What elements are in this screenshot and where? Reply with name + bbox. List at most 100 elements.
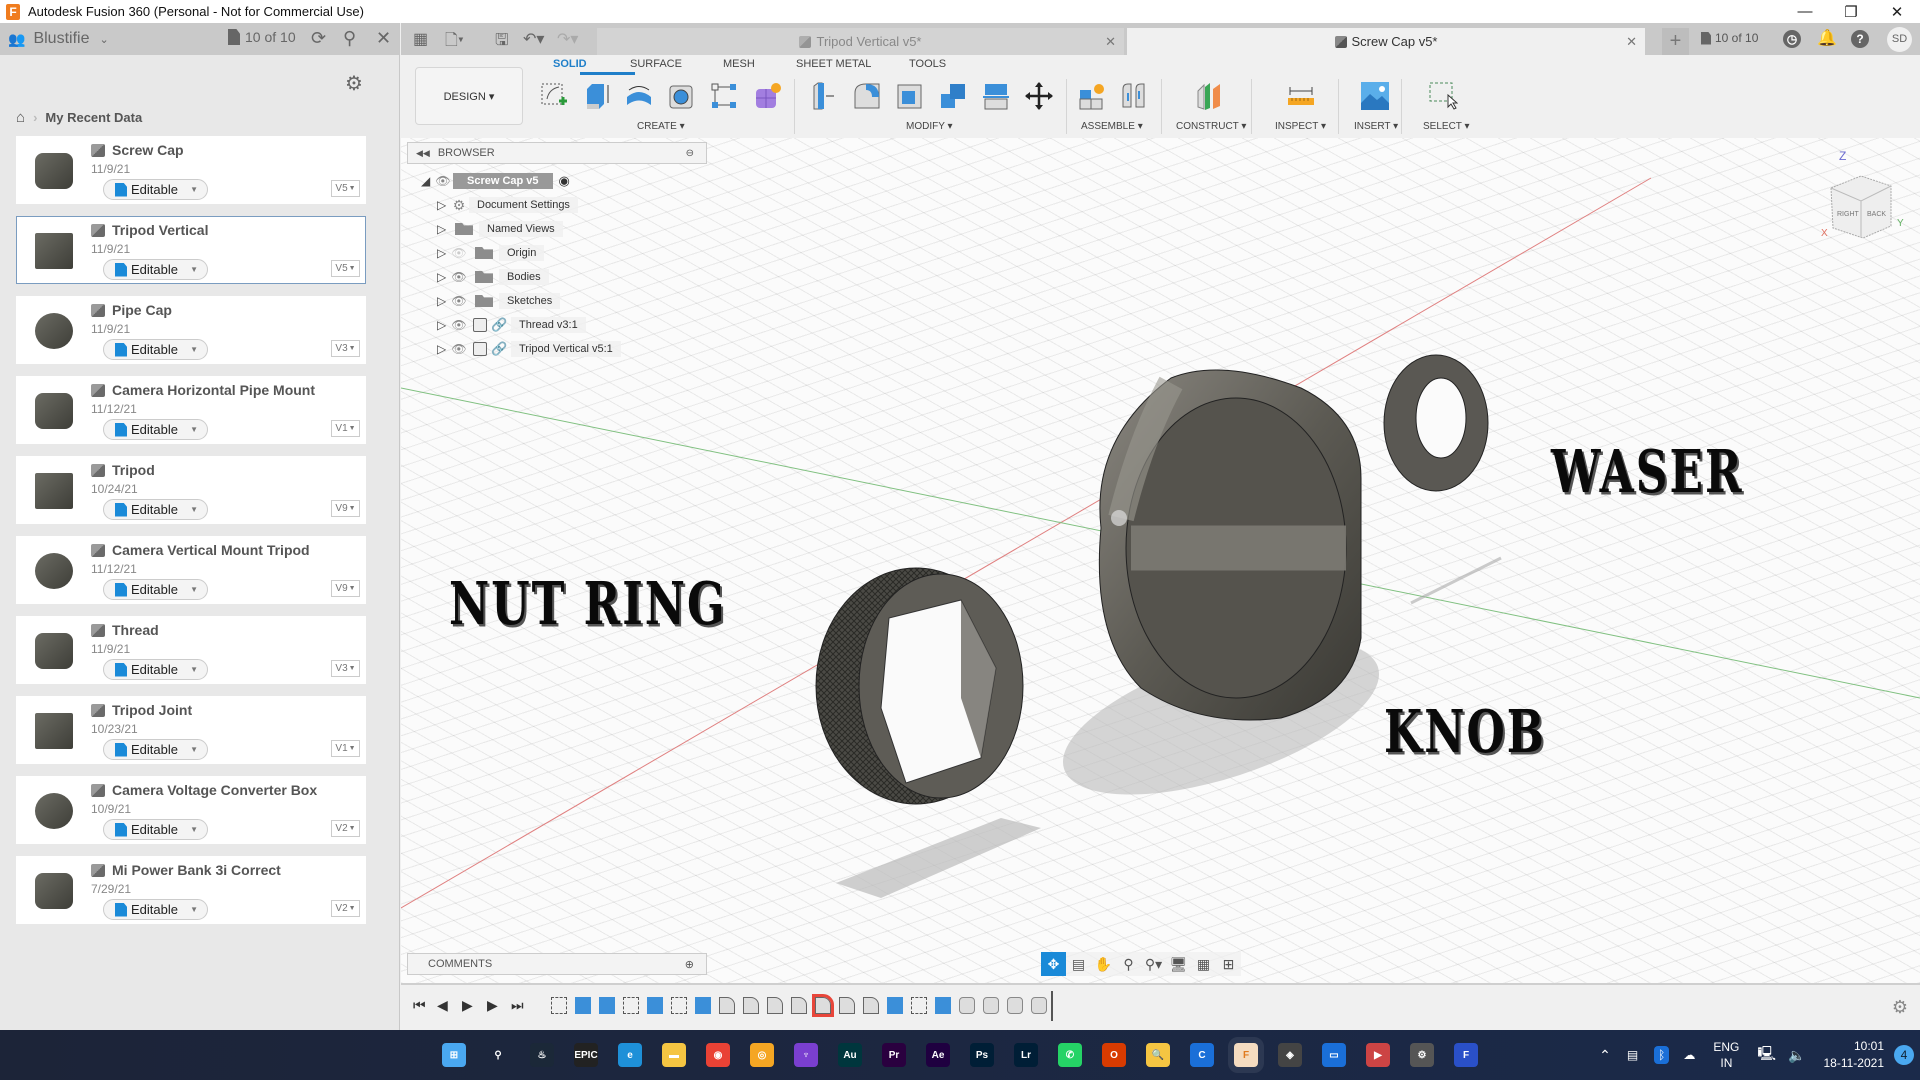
inspect-menu[interactable]: INSPECT ▾ <box>1275 121 1326 132</box>
file-card[interactable]: Camera Horizontal Pipe Mount 11/12/21 Edit… <box>16 376 366 444</box>
visibility-eye-icon[interactable]: 👁 <box>449 318 469 332</box>
visibility-eye-icon[interactable]: 👁 <box>449 270 469 284</box>
file-status-dropdown[interactable]: Editable ▼ <box>103 419 208 440</box>
taskbar-whatsapp-icon[interactable]: ✆ <box>1058 1043 1082 1067</box>
tab-sheet-metal[interactable]: SHEET METAL <box>796 58 871 70</box>
view-cube[interactable]: Z RIGHT BACK X Y <box>1811 146 1911 246</box>
zoom-icon[interactable]: ⚲ <box>1116 952 1141 976</box>
select-menu[interactable]: SELECT ▾ <box>1423 121 1470 132</box>
close-tab-icon[interactable]: ✕ <box>1626 34 1637 50</box>
revolve-icon[interactable] <box>624 81 654 111</box>
pan-icon[interactable]: ✋ <box>1091 952 1116 976</box>
timeline-sketch-icon[interactable] <box>623 997 639 1014</box>
chevron-down-icon[interactable]: ⌄ <box>99 33 108 46</box>
file-name[interactable]: Tripod Joint <box>112 702 192 718</box>
new-tab-button[interactable]: + <box>1662 28 1689 55</box>
nut-ring-model[interactable] <box>815 567 1024 805</box>
language-indicator[interactable]: ENG IN <box>1713 1039 1739 1071</box>
timeline-fillet-icon[interactable] <box>812 994 834 1017</box>
visibility-eye-icon[interactable]: 👁 <box>449 342 469 356</box>
taskbar-settings-icon[interactable]: ⚙ <box>1410 1043 1434 1067</box>
version-dropdown[interactable]: V3 ▼ <box>331 660 360 677</box>
file-status-dropdown[interactable]: Editable ▼ <box>103 899 208 920</box>
tab-mesh[interactable]: MESH <box>723 58 755 70</box>
file-name[interactable]: Pipe Cap <box>112 302 172 318</box>
new-component-icon[interactable] <box>1077 81 1107 111</box>
file-card[interactable]: Tripod 10/24/21 Editable ▼ V9 ▼ <box>16 456 366 524</box>
modify-menu[interactable]: MODIFY ▾ <box>906 121 953 132</box>
expand-triangle-icon[interactable]: ▷ <box>437 342 449 356</box>
file-menu-icon[interactable]: 🗋▾ <box>445 29 464 56</box>
3d-viewport[interactable]: NUT RING WASER KNOB Z RIGHT BACK X Y ◀◀ … <box>401 138 1920 983</box>
taskbar-canary-icon[interactable]: ◎ <box>750 1043 774 1067</box>
user-avatar[interactable]: SD <box>1887 27 1912 52</box>
tree-item[interactable]: ▷ 👁 🔗 Thread v3:1 <box>437 315 586 335</box>
tree-item[interactable]: ▷ 👁 Bodies <box>437 267 549 287</box>
insert-image-icon[interactable] <box>1360 81 1390 111</box>
file-thumbnail[interactable] <box>25 145 85 197</box>
taskbar-chrome-icon[interactable]: ◉ <box>706 1043 730 1067</box>
washer-model[interactable] <box>1383 354 1489 492</box>
taskbar-media-icon[interactable]: ▶ <box>1366 1043 1390 1067</box>
taskbar-affinity-icon[interactable]: ♆ <box>794 1043 818 1067</box>
visibility-eye-icon[interactable]: 👁 <box>433 174 453 188</box>
combine-icon[interactable] <box>938 81 968 111</box>
redo-icon[interactable]: ↷▾ <box>557 29 578 49</box>
tree-item[interactable]: ▷ 👁 🔗 Tripod Vertical v5:1 <box>437 339 621 359</box>
file-status-dropdown[interactable]: Editable ▼ <box>103 259 208 280</box>
file-name[interactable]: Camera Vertical Mount Tripod <box>112 542 310 558</box>
tree-item[interactable]: ▷ 👁 Sketches <box>437 291 561 311</box>
browser-minimize-icon[interactable]: ⊖ <box>686 148 694 159</box>
viewcube-back-face[interactable]: BACK <box>1867 211 1886 218</box>
taskbar-search-files-icon[interactable]: 🔍 <box>1146 1043 1170 1067</box>
timeline-sketch-icon[interactable] <box>551 997 567 1014</box>
file-thumbnail[interactable] <box>25 385 85 437</box>
file-status-dropdown[interactable]: Editable ▼ <box>103 739 208 760</box>
bluetooth-icon[interactable]: ᛒ <box>1654 1046 1670 1064</box>
timeline-fillet-icon[interactable] <box>719 997 735 1014</box>
taskbar-edge-icon[interactable]: e <box>618 1043 642 1067</box>
taskbar-steam-icon[interactable]: ♨ <box>530 1043 554 1067</box>
taskbar-fusion-360-icon[interactable]: F <box>1228 1037 1264 1073</box>
assemble-menu[interactable]: ASSEMBLE ▾ <box>1081 121 1143 132</box>
close-tab-icon[interactable]: ✕ <box>1105 34 1116 50</box>
taskbar-search-icon[interactable]: ⚲ <box>486 1043 510 1067</box>
go-to-end-icon[interactable]: ⏭ <box>511 997 524 1014</box>
clock-icon[interactable]: ◷ <box>1783 30 1801 48</box>
gear-icon[interactable]: ⚙ <box>345 71 363 96</box>
home-icon[interactable]: ⌂ <box>16 109 25 126</box>
timeline-extrude-icon[interactable] <box>575 997 591 1014</box>
network-icon[interactable]: 🖳 <box>1757 1043 1776 1067</box>
undo-icon[interactable]: ↶▾ <box>523 29 544 49</box>
file-status-dropdown[interactable]: Editable ▼ <box>103 499 208 520</box>
fit-icon[interactable]: ⚲▾ <box>1141 952 1166 976</box>
extrude-icon[interactable] <box>582 81 612 111</box>
notification-badge[interactable]: 4 <box>1894 1045 1914 1065</box>
orbit-icon[interactable]: ✥ <box>1041 952 1066 976</box>
file-status-dropdown[interactable]: Editable ▼ <box>103 819 208 840</box>
minimize-button[interactable]: — <box>1782 0 1828 23</box>
version-dropdown[interactable]: V9 ▼ <box>331 500 360 517</box>
file-thumbnail[interactable] <box>25 225 85 277</box>
file-status-dropdown[interactable]: Editable ▼ <box>103 339 208 360</box>
search-icon[interactable]: ⚲ <box>343 28 356 49</box>
refresh-icon[interactable]: ⟳ <box>311 28 326 49</box>
team-selector[interactable]: Blustifie <box>33 30 89 48</box>
pattern-icon[interactable] <box>709 81 739 111</box>
file-name[interactable]: Camera Voltage Converter Box <box>112 782 317 798</box>
taskbar-pr-icon[interactable]: Pr <box>882 1043 906 1067</box>
file-thumbnail[interactable] <box>25 865 85 917</box>
tab-solid[interactable]: SOLID <box>553 58 587 70</box>
look-at-icon[interactable]: ▤ <box>1066 952 1091 976</box>
tab-tripod-vertical[interactable]: Tripod Vertical v5* ✕ <box>597 28 1124 55</box>
version-dropdown[interactable]: V9 ▼ <box>331 580 360 597</box>
taskbar-game-icon[interactable]: ◈ <box>1278 1043 1302 1067</box>
file-card[interactable]: Camera Voltage Converter Box 10/9/21 Edita… <box>16 776 366 844</box>
tree-item[interactable]: ▷ 👁 Origin <box>437 243 545 263</box>
tab-tools[interactable]: TOOLS <box>909 58 946 70</box>
taskbar-ccleaner-icon[interactable]: C <box>1190 1043 1214 1067</box>
file-thumbnail[interactable] <box>25 705 85 757</box>
select-icon[interactable] <box>1428 81 1458 111</box>
fillet-icon[interactable] <box>852 81 882 111</box>
notifications-bell-icon[interactable]: 🔔 <box>1817 30 1837 48</box>
